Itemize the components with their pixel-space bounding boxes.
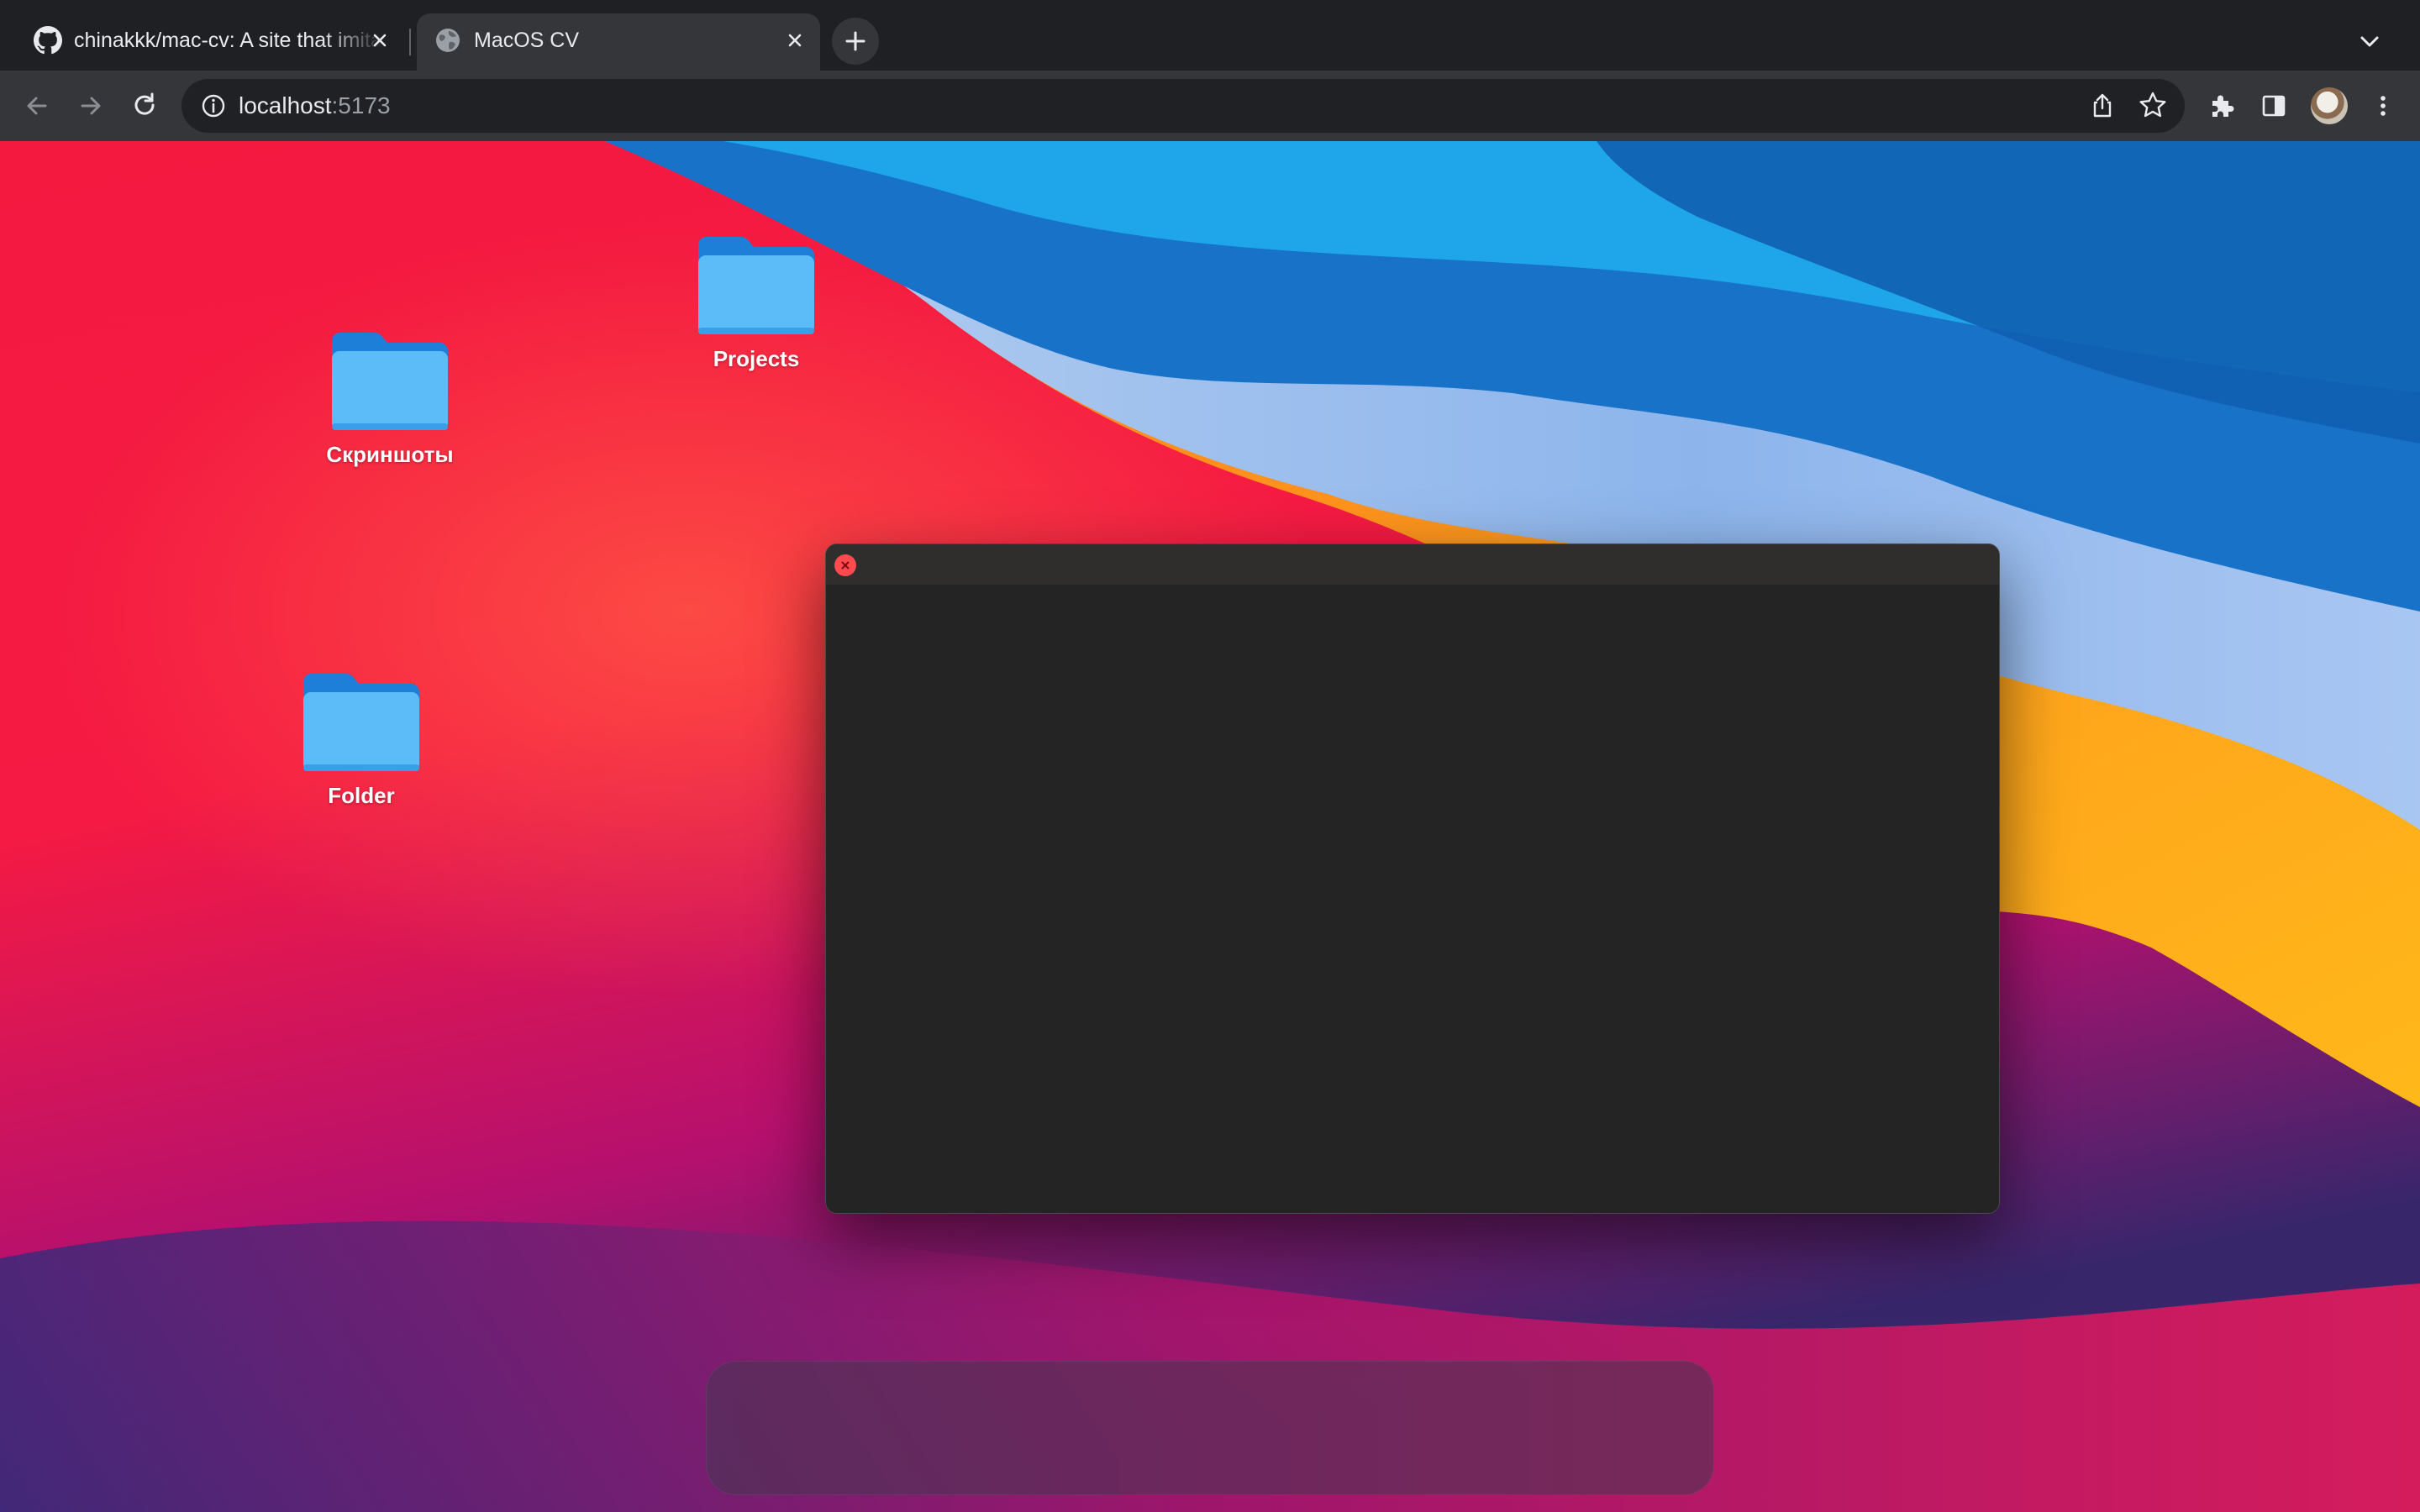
dock [706,1361,1714,1495]
tab-strip: chinakkk/mac-cv: A site that imitates ma… [0,0,2420,71]
folder-icon [332,333,448,430]
desktop-icon-label: Projects [713,346,800,371]
desktop-folder-projects[interactable]: Projects [664,234,849,372]
more-vert-icon [2381,96,2386,116]
desktop-icon-label: Скриншоты [326,442,454,467]
tab-macos-cv[interactable]: MacOS CV [417,13,820,71]
desktop: Скриншоты Projects Folder [0,141,2420,1512]
share-icon[interactable] [2087,91,2118,121]
back-button[interactable] [18,87,55,124]
address-bar[interactable]: localhost:5173 [182,79,2185,133]
side-panel-icon [2262,95,2286,117]
url-port: :5173 [331,92,391,118]
arrow-right-icon [81,97,101,115]
url-host: localhost [239,92,332,118]
browser-toolbar: localhost:5173 [0,71,2420,141]
extensions-button[interactable] [2203,87,2240,124]
chevron-down-icon[interactable] [2353,25,2386,59]
window-content [826,585,1999,1213]
window-titlebar[interactable] [826,544,1999,585]
arrow-left-icon [27,97,47,115]
github-icon [34,26,62,55]
close-icon[interactable] [366,27,393,54]
desktop-folder-folder[interactable]: Folder [269,670,454,809]
plus-icon [845,31,865,51]
menu-button[interactable] [2365,87,2402,124]
desktop-folder-screenshots[interactable]: Скриншоты [297,329,482,468]
globe-icon [436,29,460,52]
folder-icon [303,674,419,771]
desktop-icon-label: Folder [328,783,395,808]
puzzle-icon [2212,95,2234,117]
tab-github[interactable]: chinakkk/mac-cv: A site that imitates ma… [17,13,405,71]
close-icon[interactable] [781,27,808,54]
folder-icon [698,237,814,334]
new-tab-button[interactable] [832,18,879,65]
window-close-button[interactable] [834,554,856,576]
forward-button[interactable] [72,87,109,124]
app-window[interactable] [825,543,2000,1214]
reload-button[interactable] [126,87,163,124]
tab-title: MacOS CV [474,29,580,52]
tab-separator [409,29,411,55]
url-text: localhost:5173 [239,92,391,119]
star-icon[interactable] [2136,89,2170,123]
info-icon[interactable] [198,91,229,121]
close-icon [841,561,850,570]
tab-title: chinakkk/mac-cv: A site that imitates ma… [74,29,383,52]
side-panel-button[interactable] [2255,87,2292,124]
profile-avatar[interactable] [2311,87,2348,124]
reload-icon [134,92,155,115]
